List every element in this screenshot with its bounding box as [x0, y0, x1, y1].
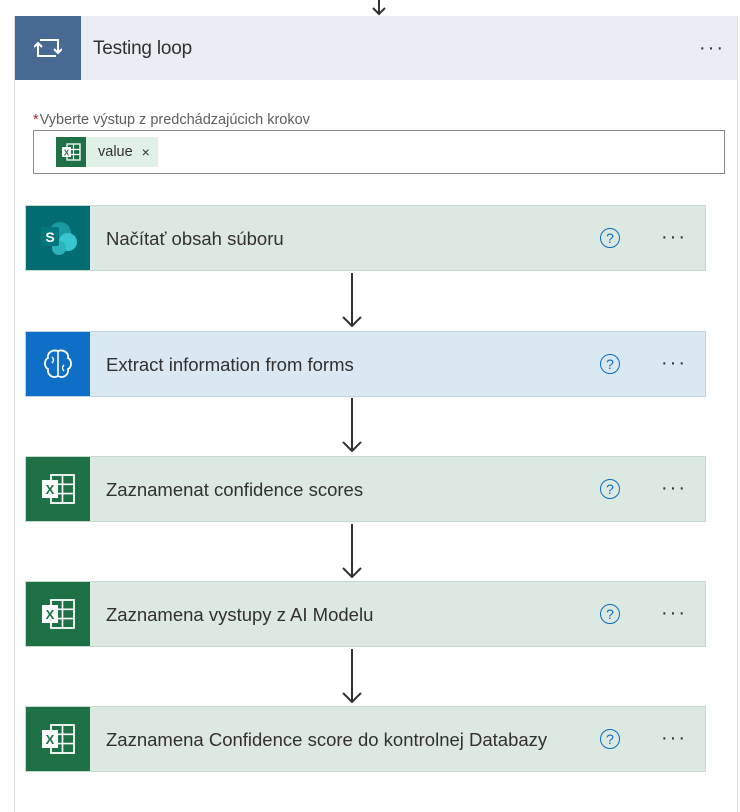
help-icon[interactable]: ?	[600, 228, 620, 248]
action-card-zaznamena-confidence-score-databazy[interactable]: X Zaznamena Confidence score do kontroln…	[25, 706, 706, 772]
loop-title[interactable]: Testing loop	[93, 16, 192, 80]
ai-builder-brain-icon	[26, 332, 90, 396]
action-card-nacitat-obsah-suboru[interactable]: S Načítať obsah súboru ? ···	[25, 205, 706, 271]
help-icon[interactable]: ?	[600, 354, 620, 374]
select-output-label-text: Vyberte výstup z predchádzajúcich krokov	[39, 112, 310, 128]
action-title: Zaznamenat confidence scores	[106, 479, 364, 500]
select-output-label: *Vyberte výstup z predchádzajúcich kroko…	[33, 112, 310, 128]
help-icon[interactable]: ?	[600, 604, 620, 624]
action-title: Zaznamena Confidence score do kontrolnej…	[106, 729, 548, 750]
svg-text:X: X	[64, 148, 70, 157]
loop-header[interactable]: Testing loop ···	[15, 16, 737, 80]
connector-arrow	[342, 649, 362, 704]
excel-icon: X	[26, 707, 90, 771]
svg-text:X: X	[46, 732, 55, 747]
sharepoint-icon: S	[26, 206, 90, 270]
action-title: Extract information from forms	[106, 354, 354, 375]
apply-to-each-loop-card: Testing loop ··· *Vyberte výstup z predc…	[14, 16, 738, 812]
action-more-options-button[interactable]: ···	[661, 603, 687, 623]
action-card-extract-information[interactable]: Extract information from forms ? ···	[25, 331, 706, 397]
help-icon[interactable]: ?	[600, 729, 620, 749]
loop-more-options-button[interactable]: ···	[699, 38, 725, 58]
loop-icon	[15, 16, 81, 80]
action-title: Načítať obsah súboru	[106, 228, 284, 249]
help-icon[interactable]: ?	[600, 479, 620, 499]
required-mark: *	[33, 112, 39, 128]
excel-icon: X	[26, 582, 90, 646]
value-token[interactable]: X value ×	[56, 137, 158, 167]
token-remove-button[interactable]: ×	[142, 144, 150, 160]
token-label: value	[98, 144, 133, 160]
action-more-options-button[interactable]: ···	[661, 728, 687, 748]
connector-arrow	[342, 273, 362, 328]
svg-text:X: X	[46, 482, 55, 497]
action-more-options-button[interactable]: ···	[661, 478, 687, 498]
action-card-zaznamena-vystupy[interactable]: X Zaznamena vystupy z AI Modelu ? ···	[25, 581, 706, 647]
select-output-input[interactable]: X value ×	[33, 130, 725, 174]
excel-icon: X	[56, 137, 86, 167]
action-more-options-button[interactable]: ···	[661, 353, 687, 373]
action-title: Zaznamena vystupy z AI Modelu	[106, 604, 374, 625]
action-card-zaznamenat-confidence-scores[interactable]: X Zaznamenat confidence scores ? ···	[25, 456, 706, 522]
connector-arrow	[342, 398, 362, 453]
excel-icon: X	[26, 457, 90, 521]
connector-arrow	[342, 524, 362, 579]
svg-text:S: S	[45, 229, 54, 245]
svg-text:X: X	[46, 607, 55, 622]
action-more-options-button[interactable]: ···	[661, 227, 687, 247]
